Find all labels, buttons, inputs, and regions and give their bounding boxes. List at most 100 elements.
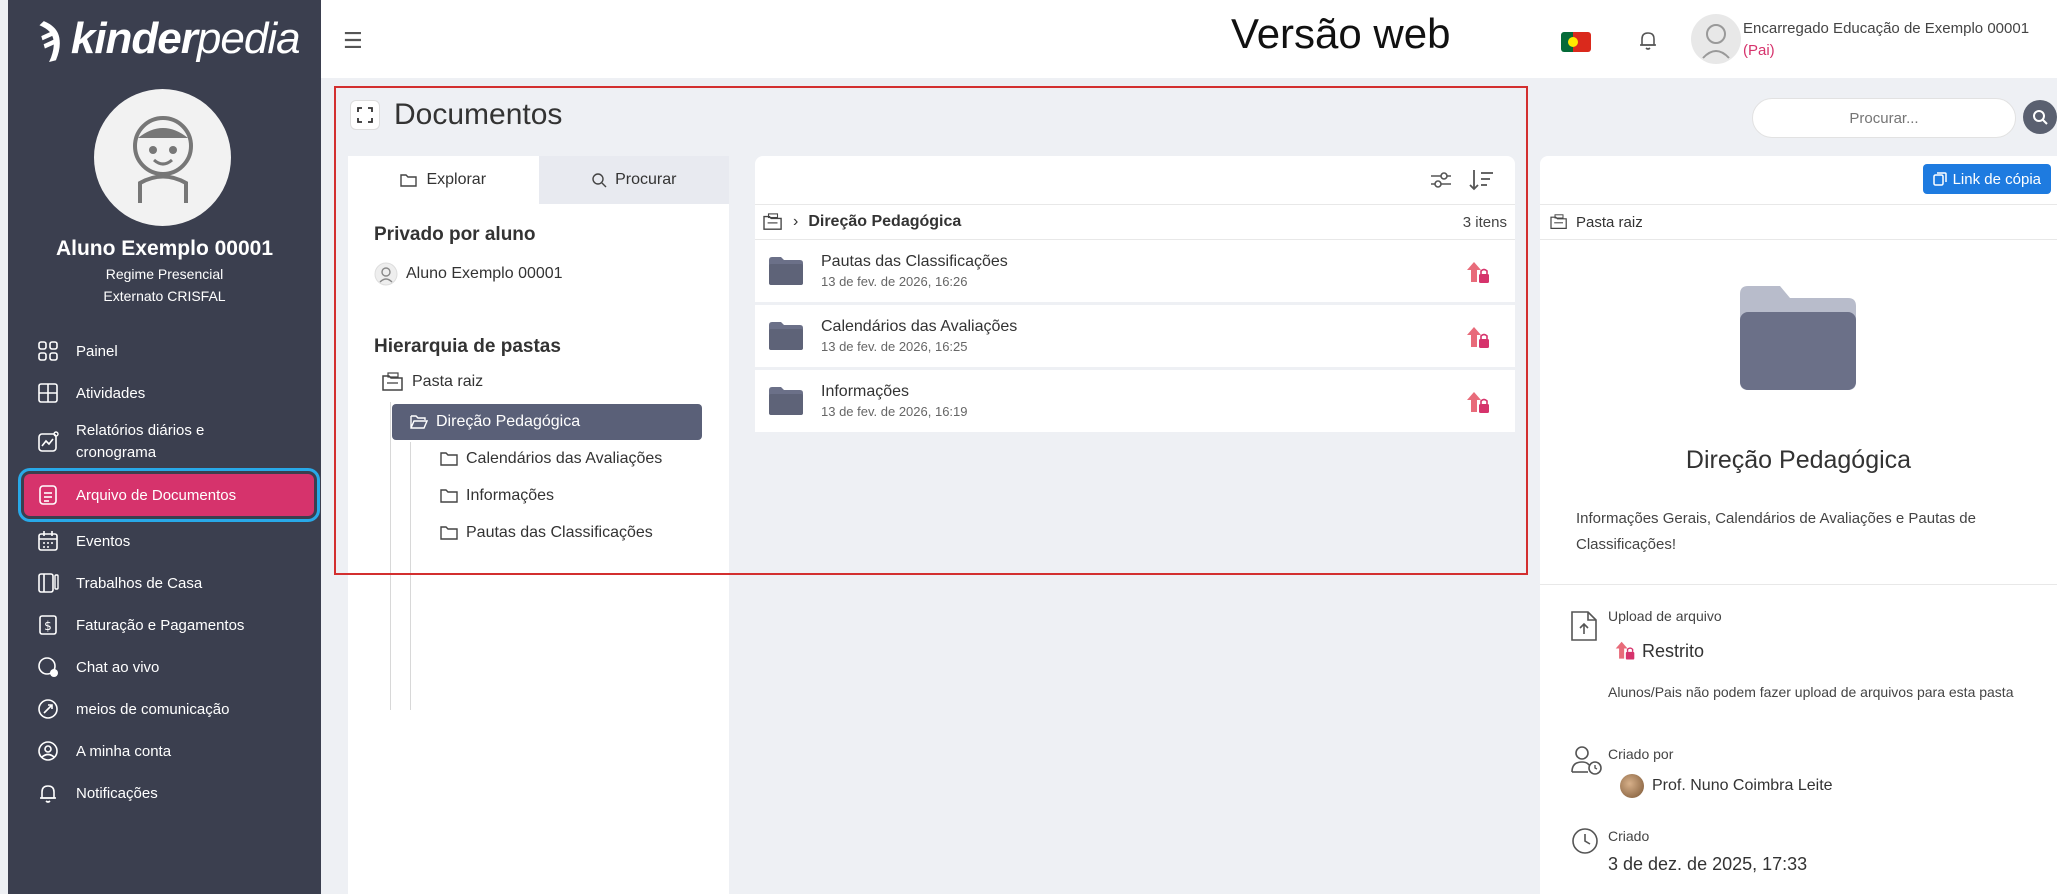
divider (1540, 584, 2057, 585)
sidebar-item-painel[interactable]: Painel (24, 330, 314, 372)
calendar-icon (38, 531, 58, 551)
media-icon (38, 699, 58, 719)
sidebar: ϡ kinderpedia Aluno Exemplo 00001 Regime… (8, 0, 321, 894)
user-name[interactable]: Encarregado Educação de Exemplo 00001 (1743, 20, 2029, 37)
list-item[interactable]: Pautas das Classificações 13 de fev. de … (755, 240, 1515, 302)
search-button[interactable] (2023, 100, 2057, 134)
invoice-icon: $ (39, 615, 57, 635)
sidebar-item-meios[interactable]: meios de comunicação (24, 688, 314, 730)
folder-icon (769, 322, 803, 350)
tree-child-label: Calendários das Avaliações (466, 450, 663, 467)
search-field[interactable] (1752, 98, 2016, 138)
created-by[interactable]: Prof. Nuno Coimbra Leite (1620, 774, 1833, 798)
tree-item-child[interactable]: Pautas das Classificações (440, 524, 653, 542)
upload-note: Alunos/Pais não podem fazer upload de ar… (1608, 684, 2014, 700)
top-bar: ☰ Versão web Encarregado Educação de Exe… (321, 0, 2057, 78)
document-icon (39, 485, 57, 505)
tab-procurar[interactable]: Procurar (538, 156, 729, 204)
tree-item-child[interactable]: Calendários das Avaliações (440, 450, 662, 468)
upload-restricted-icon (1467, 327, 1489, 348)
notification-bell-icon[interactable] (1636, 28, 1660, 52)
grid-icon (38, 341, 58, 361)
tree-item-child[interactable]: Informações (440, 487, 554, 505)
folder-title: Direção Pedagógica (1685, 446, 1912, 474)
breadcrumb-current[interactable]: Direção Pedagógica (808, 213, 961, 231)
hierarchy-section-title: Hierarquia de pastas (374, 336, 561, 357)
folder-open-icon (400, 174, 418, 187)
folder-tree-panel: Explorar Procurar Privado por aluno Alun… (348, 156, 729, 894)
sidebar-item-atividades[interactable]: Atividades (24, 372, 314, 414)
sidebar-item-trabalhos[interactable]: Trabalhos de Casa (24, 562, 314, 604)
sidebar-item-label: Trabalhos de Casa (76, 574, 203, 592)
private-student-label: Aluno Exemplo 00001 (406, 265, 563, 282)
sidebar-item-label: A minha conta (76, 742, 172, 760)
fullscreen-button[interactable] (350, 100, 380, 130)
root-folder-icon[interactable] (763, 213, 783, 231)
chart-icon (38, 431, 59, 452)
sidebar-item-label: Atividades (76, 384, 146, 402)
upload-restricted-icon (1467, 392, 1489, 413)
private-section-title: Privado por aluno (374, 224, 536, 245)
sidebar-item-label: Arquivo de Documentos (76, 486, 237, 504)
folder-icon (440, 489, 458, 503)
folder-description: Informações Gerais, Calendários de Avali… (1576, 510, 1976, 553)
sort-icon[interactable] (1469, 168, 1495, 192)
root-folder-icon (382, 372, 403, 391)
tree-item-selected[interactable]: Direção Pedagógica (392, 404, 702, 440)
upload-restricted-icon (1615, 641, 1635, 660)
kinderpedia-logo[interactable]: ϡ kinderpedia (36, 14, 301, 64)
large-folder-icon (1740, 286, 1856, 390)
expand-icon (357, 107, 373, 123)
homework-icon (38, 573, 59, 593)
student-avatar-icon (374, 262, 398, 286)
user-avatar-icon (1702, 24, 1730, 59)
chat-icon (38, 657, 58, 677)
file-date: 13 de fev. de 2026, 16:25 (821, 339, 968, 354)
sidebar-item-faturacao[interactable]: $ Faturação e Pagamentos (24, 604, 314, 646)
sidebar-item-conta[interactable]: A minha conta (24, 730, 314, 772)
root-folder-icon (1550, 214, 1567, 229)
search-input[interactable] (1753, 99, 2015, 137)
list-item[interactable]: Informações 13 de fev. de 2026, 16:19 (755, 370, 1515, 432)
file-list-panel: › Direção Pedagógica 3 itens Pautas das … (755, 156, 1515, 894)
tree-item-root[interactable]: Pasta raiz (382, 372, 483, 392)
page-title: Documentos (350, 98, 562, 132)
sidebar-item-chat[interactable]: Chat ao vivo (24, 646, 314, 688)
tab-label: Procurar (615, 171, 677, 188)
private-student-item[interactable]: Aluno Exemplo 00001 (374, 262, 563, 286)
menu-icon[interactable]: ☰ (343, 28, 363, 54)
file-date: 13 de fev. de 2026, 16:19 (821, 404, 968, 419)
folder-open-icon (410, 415, 428, 429)
sidebar-item-notificacoes[interactable]: Notificações (24, 772, 314, 814)
sidebar-item-arquivo-documentos[interactable]: Arquivo de Documentos (24, 474, 314, 516)
details-breadcrumb-label: Pasta raiz (1576, 213, 1643, 231)
tree-selected-label: Direção Pedagógica (436, 413, 581, 430)
student-avatar-icon (132, 115, 193, 203)
student-regime: Regime Presencial (105, 266, 224, 282)
created-by-label: Criado por (1608, 746, 1674, 762)
details-breadcrumb[interactable]: Pasta raiz (1540, 204, 2057, 240)
folder-icon (440, 526, 458, 540)
logo-bold: kinder (70, 14, 198, 63)
user-avatar[interactable] (1691, 14, 1741, 64)
sidebar-item-relatorios[interactable]: Relatórios diários e cronograma (24, 414, 314, 470)
item-count: 3 itens (1462, 213, 1507, 231)
upload-status: Restrito (1614, 640, 1704, 662)
account-icon (38, 741, 58, 761)
layout-icon (38, 383, 58, 403)
portugal-flag-icon[interactable] (1561, 32, 1591, 52)
copy-link-button[interactable]: Link de cópia (1922, 164, 2051, 194)
logo-mark-icon: ϡ (36, 14, 63, 63)
user-clock-icon (1571, 746, 1602, 775)
list-item[interactable]: Calendários das Avaliações 13 de fev. de… (755, 305, 1515, 367)
tree-guide (390, 402, 391, 710)
student-avatar[interactable] (94, 89, 231, 226)
breadcrumb: › Direção Pedagógica 3 itens (755, 204, 1515, 240)
teacher-avatar (1620, 774, 1644, 798)
sidebar-item-eventos[interactable]: Eventos (24, 520, 314, 562)
filter-sliders-icon[interactable] (1429, 168, 1453, 192)
created-by-name: Prof. Nuno Coimbra Leite (1652, 777, 1833, 794)
tab-explorar[interactable]: Explorar (348, 156, 539, 204)
student-school: Externato CRISFAL (103, 288, 226, 304)
chevron-right-icon: › (793, 213, 799, 230)
